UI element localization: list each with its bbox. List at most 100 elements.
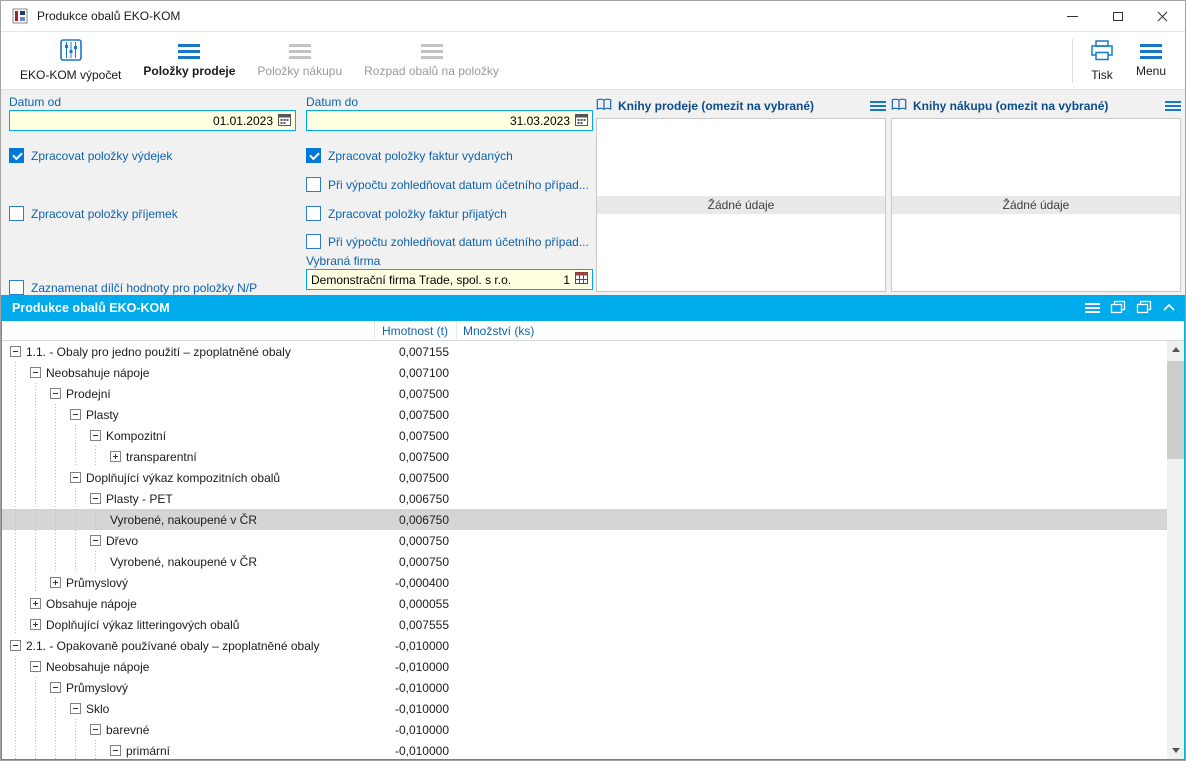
expand-node-icon[interactable] (50, 577, 61, 588)
tree-cell: Dřevo (2, 530, 374, 551)
checkbox-zpracovat-faktury-prijate[interactable]: Zpracovat položky faktur přijatých (306, 206, 507, 221)
tree-node-label: Prodejní (66, 386, 111, 401)
tree-guide-line (50, 488, 70, 509)
checkbox-zpracovat-polozky-prijemek[interactable]: Zpracovat položky příjemek (9, 206, 178, 221)
collapse-panel-icon[interactable] (1162, 301, 1176, 315)
checkbox-zpracovat-polozky-vydejek[interactable]: Zpracovat položky výdejek (9, 148, 172, 163)
table-row[interactable]: Obsahuje nápoje 0,000055 (2, 593, 1167, 614)
checkbox-zaznamenat-dilci-hodnoty[interactable]: Zaznamenat dílčí hodnoty pro položky N/P (9, 280, 257, 295)
collapse-node-icon[interactable] (30, 367, 41, 378)
expand-node-icon[interactable] (30, 598, 41, 609)
tree-node-label: Plasty - PET (106, 491, 173, 506)
collapse-node-icon[interactable] (90, 724, 101, 735)
scroll-down-button[interactable] (1167, 742, 1184, 759)
expand-node-icon[interactable] (30, 619, 41, 630)
tree-guide-line (10, 509, 30, 530)
collapse-node-icon[interactable] (90, 535, 101, 546)
table-row[interactable]: barevné -0,010000 (2, 719, 1167, 740)
table-row[interactable]: Plasty - PET 0,006750 (2, 488, 1167, 509)
collapse-node-icon[interactable] (30, 661, 41, 672)
tree-node-label: Sklo (86, 701, 110, 716)
collapse-node-icon[interactable] (90, 493, 101, 504)
purchase-books-menu-icon[interactable] (1165, 101, 1181, 111)
panel-menu-icon[interactable] (1085, 303, 1100, 313)
date-to-input[interactable]: 31.03.2023 (306, 110, 593, 131)
tree-guide-line (10, 656, 30, 677)
table-row[interactable]: Doplňující výkaz litteringových obalů 0,0… (2, 614, 1167, 635)
table-row[interactable]: Kompozitní 0,007500 (2, 425, 1167, 446)
sales-books-list[interactable]: Žádné údaje (596, 118, 886, 292)
maximize-button[interactable] (1095, 1, 1140, 31)
table-row[interactable]: Vyrobené, nakoupené v ČR 0,006750 (2, 509, 1167, 530)
checkbox-zohlednit-datum-uctniho-pripadu-2[interactable]: Při výpočtu zohledňovat datum účetního p… (306, 234, 589, 249)
table-row[interactable]: Neobsahuje nápoje -0,010000 (2, 656, 1167, 677)
table-row[interactable]: Sklo -0,010000 (2, 698, 1167, 719)
tree-guide-line (50, 467, 70, 488)
table-row[interactable]: Doplňující výkaz kompozitních obalů 0,007… (2, 467, 1167, 488)
table-row[interactable]: transparentní 0,007500 (2, 446, 1167, 467)
column-quantity[interactable]: Množství (ks) (457, 321, 1167, 340)
calendar-icon[interactable] (575, 113, 588, 129)
sales-books-menu-icon[interactable] (870, 101, 886, 111)
table-row[interactable]: Prodejní 0,007500 (2, 383, 1167, 404)
collapse-node-icon[interactable] (70, 472, 81, 483)
tile-windows-icon[interactable] (1136, 300, 1152, 317)
maximize-icon (1112, 11, 1123, 21)
collapse-node-icon[interactable] (70, 409, 81, 420)
collapse-node-icon[interactable] (50, 388, 61, 399)
print-button[interactable]: Tisk (1079, 35, 1125, 87)
cascade-windows-icon[interactable] (1110, 300, 1126, 317)
quantity-value (457, 593, 1167, 614)
date-from-input[interactable]: 01.01.2023 (9, 110, 296, 131)
quantity-value (457, 635, 1167, 656)
company-picker-icon[interactable] (575, 272, 588, 287)
collapse-node-icon[interactable] (90, 430, 101, 441)
column-weight[interactable]: Hmotnost (t) (374, 321, 457, 340)
weight-value: -0,010000 (394, 701, 449, 716)
table-row[interactable]: Průmyslový -0,000400 (2, 572, 1167, 593)
scrollbar-thumb[interactable] (1167, 361, 1184, 459)
company-input[interactable]: Demonstrační firma Trade, spol. s r.o. 1 (306, 269, 593, 290)
menu-button[interactable]: Menu (1125, 35, 1177, 87)
purchase-books-list[interactable]: Žádné údaje (891, 118, 1181, 292)
weight-value: 0,007500 (398, 428, 449, 443)
collapse-node-icon[interactable] (70, 703, 81, 714)
weight-value: 0,007155 (398, 344, 449, 359)
tree-node-label: Dřevo (106, 533, 139, 548)
date-from-value: 01.01.2023 (212, 113, 273, 128)
table-row[interactable]: primární -0,010000 (2, 740, 1167, 759)
collapse-node-icon[interactable] (50, 682, 61, 693)
close-button[interactable] (1140, 1, 1185, 31)
tree-node-label: Neobsahuje nápoje (46, 365, 150, 380)
tree-guide-line (10, 425, 30, 446)
calendar-icon[interactable] (278, 113, 291, 129)
quantity-value (457, 740, 1167, 759)
tree-guide-line (30, 677, 50, 698)
tree-node-label: Kompozitní (106, 428, 167, 443)
expand-node-icon[interactable] (110, 451, 121, 462)
vertical-scrollbar[interactable] (1167, 341, 1184, 759)
table-row[interactable]: Dřevo 0,000750 (2, 530, 1167, 551)
quantity-value (457, 656, 1167, 677)
tree-node-label: barevné (106, 722, 150, 737)
table-row[interactable]: 1.1. - Obaly pro jedno použití – zpoplat… (2, 341, 1167, 362)
collapse-node-icon[interactable] (110, 745, 121, 756)
checkbox-zpracovat-faktury-vydane[interactable]: Zpracovat položky faktur vydaných (306, 148, 513, 163)
table-row[interactable]: Plasty 0,007500 (2, 404, 1167, 425)
checkbox-zohlednit-datum-uctniho-pripadu-1[interactable]: Při výpočtu zohledňovat datum účetního p… (306, 177, 589, 192)
toolbar-button-polozky-prodeje[interactable]: Položky prodeje (132, 35, 246, 87)
table-row[interactable]: Vyrobené, nakoupené v ČR 0,000750 (2, 551, 1167, 572)
purchase-books-header: Knihy nákupu (omezit na vybrané) (891, 97, 1181, 115)
table-row[interactable]: 2.1. - Opakovaně používané obaly – zpopl… (2, 635, 1167, 656)
table-row[interactable]: Neobsahuje nápoje 0,007100 (2, 362, 1167, 383)
scroll-up-button[interactable] (1167, 341, 1184, 358)
minimize-button[interactable] (1050, 1, 1095, 31)
table-column-header: Hmotnost (t) Množství (ks) (2, 321, 1184, 341)
toolbar-button-ekokom-vypocet[interactable]: EKO-KOM výpočet (9, 35, 132, 87)
table-row[interactable]: Průmyslový -0,010000 (2, 677, 1167, 698)
collapse-node-icon[interactable] (10, 640, 21, 651)
tree-guide-line (10, 467, 30, 488)
collapse-node-icon[interactable] (10, 346, 21, 357)
tree-guide-line (50, 446, 70, 467)
weight-value: -0,010000 (394, 743, 449, 758)
